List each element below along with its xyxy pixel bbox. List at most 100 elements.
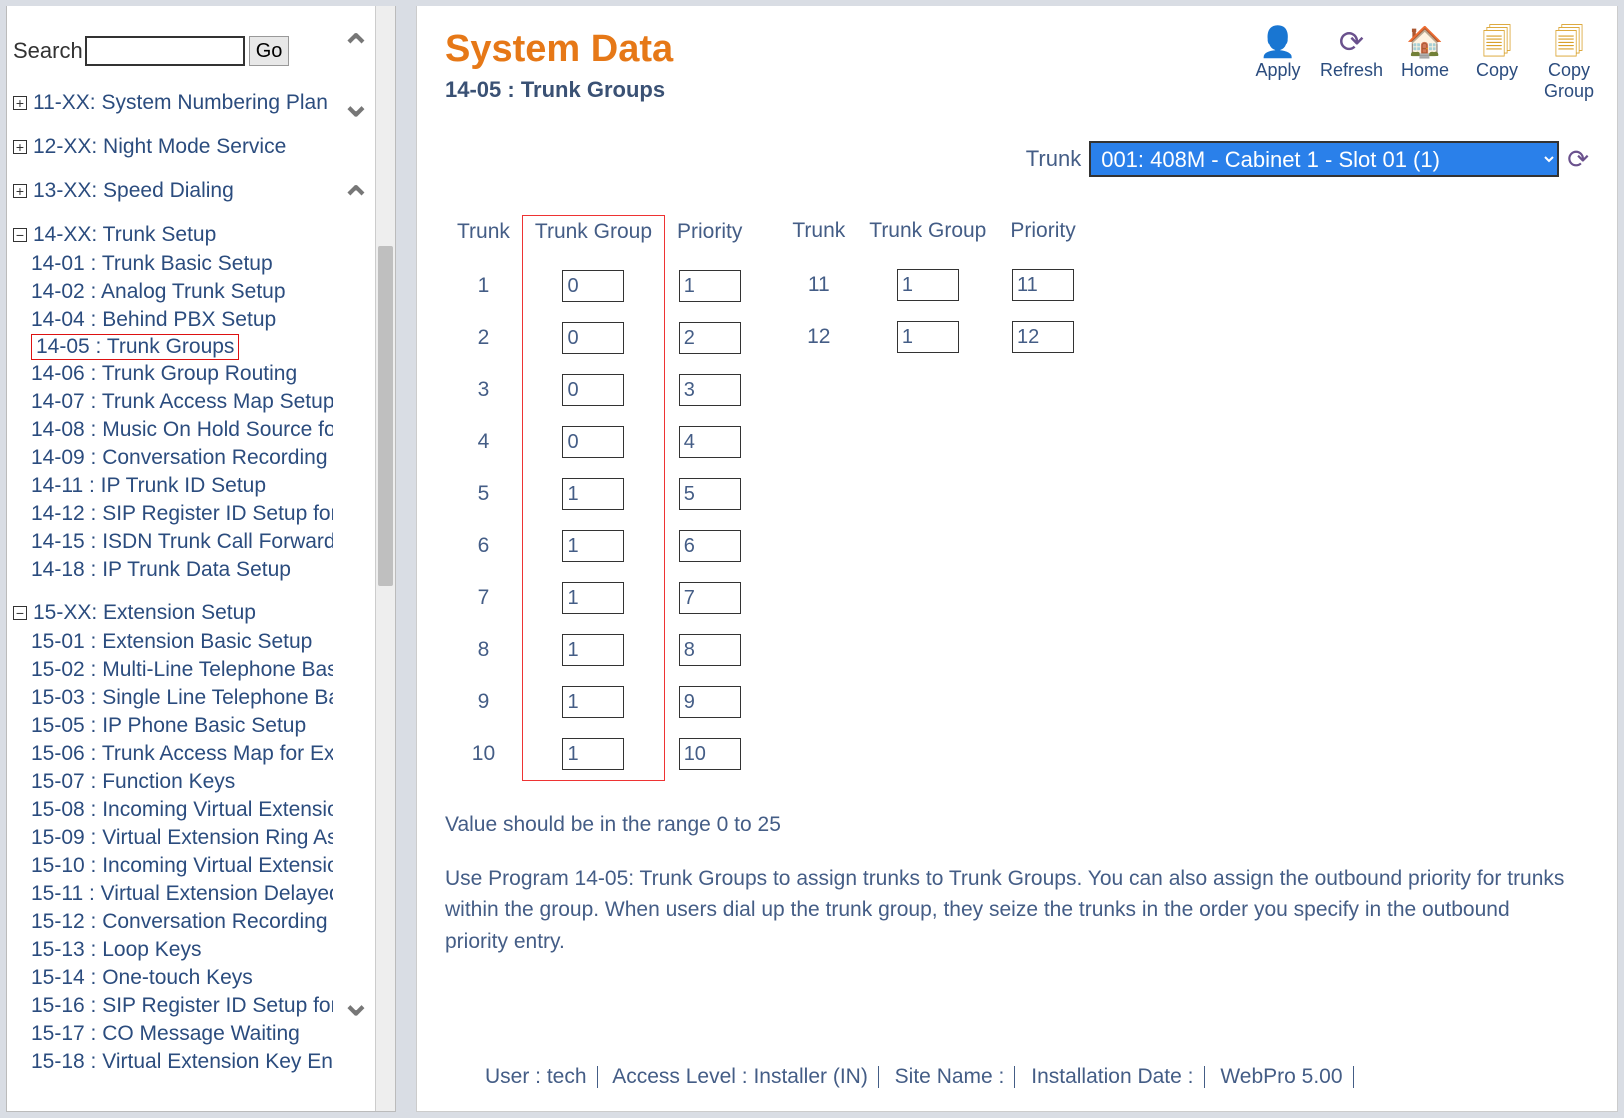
trunk-group-input[interactable]	[562, 738, 624, 770]
trunk-group-input[interactable]	[562, 634, 624, 666]
priority-input[interactable]	[679, 270, 741, 302]
sidebar-scrollbar[interactable]	[375, 6, 395, 1111]
trunk-group-input[interactable]	[897, 269, 959, 301]
search-row: Search Go	[13, 36, 333, 66]
trunk-refresh-icon[interactable]: ⟳	[1567, 144, 1589, 175]
tree-item[interactable]: 14-05 : Trunk Groups	[31, 334, 239, 360]
footer-access: Access Level : Installer (IN)	[612, 1065, 868, 1088]
priority-input[interactable]	[679, 478, 741, 510]
tree-item[interactable]: 15-06 : Trunk Access Map for Extensions	[31, 740, 333, 768]
priority-input[interactable]	[679, 530, 741, 562]
priority-input[interactable]	[1012, 321, 1074, 353]
chevron-up-icon[interactable]: ⌃	[341, 182, 371, 218]
priority-input[interactable]	[679, 426, 741, 458]
tree-item[interactable]: 14-08 : Music On Hold Source for Trunks	[31, 416, 333, 444]
tree-item[interactable]: 14-11 : IP Trunk ID Setup	[31, 472, 333, 500]
trunk-number: 6	[445, 520, 522, 572]
trunk-group-input[interactable]	[562, 322, 624, 354]
trunk-number: 1	[445, 260, 522, 312]
trunk-number: 5	[445, 468, 522, 520]
page-subtitle: 14-05 : Trunk Groups	[445, 77, 673, 103]
tree-section-label: 13-XX: Speed Dialing	[33, 179, 234, 203]
tree-item[interactable]: 14-07 : Trunk Access Map Setup	[31, 388, 333, 416]
chevron-down-icon[interactable]: ⌄	[341, 985, 371, 1021]
expand-icon[interactable]: +	[13, 184, 27, 198]
tree-item[interactable]: 14-18 : IP Trunk Data Setup	[31, 556, 333, 584]
column-header-trunk: Trunk	[445, 216, 522, 261]
trunk-group-input[interactable]	[562, 686, 624, 718]
tree-item[interactable]: 14-01 : Trunk Basic Setup	[31, 250, 333, 278]
help-description: Use Program 14-05: Trunk Groups to assig…	[445, 863, 1575, 958]
tree-item[interactable]: 15-17 : CO Message Waiting	[31, 1020, 333, 1048]
trunk-select[interactable]: 001: 408M - Cabinet 1 - Slot 01 (1)	[1089, 141, 1559, 177]
tree-item[interactable]: 14-04 : Behind PBX Setup	[31, 306, 333, 334]
table-row: 9	[445, 676, 754, 728]
copy-group-button[interactable]: 🗐 Copy Group	[1539, 28, 1599, 101]
tree-item[interactable]: 15-14 : One-touch Keys	[31, 964, 333, 992]
home-button[interactable]: 🏠 Home	[1395, 28, 1455, 101]
column-header-priority: Priority	[665, 216, 755, 261]
trunk-grid-area: TrunkTrunk GroupPriority12345678910 Trun…	[445, 215, 1599, 781]
priority-input[interactable]	[679, 686, 741, 718]
search-input[interactable]	[85, 36, 245, 66]
apply-button[interactable]: 👤 Apply	[1248, 28, 1308, 101]
tree-item[interactable]: 14-09 : Conversation Recording Destinati…	[31, 444, 333, 472]
trunk-group-input[interactable]	[897, 321, 959, 353]
trunk-group-input[interactable]	[562, 478, 624, 510]
tree-item[interactable]: 15-07 : Function Keys	[31, 768, 333, 796]
priority-input[interactable]	[679, 634, 741, 666]
tree-item[interactable]: 15-09 : Virtual Extension Ring Assignmen	[31, 824, 333, 852]
trunk-group-input[interactable]	[562, 426, 624, 458]
tree-item[interactable]: 14-06 : Trunk Group Routing	[31, 360, 333, 388]
priority-input[interactable]	[679, 582, 741, 614]
column-header-trunk: Trunk	[780, 215, 857, 259]
tree-item[interactable]: 15-12 : Conversation Recording Destinati…	[31, 908, 333, 936]
tree-section-header[interactable]: +12-XX: Night Mode Service	[13, 132, 333, 162]
status-footer: User : tech Access Level : Installer (IN…	[445, 1047, 1599, 1111]
main-panel: System Data 14-05 : Trunk Groups 👤 Apply…	[416, 6, 1618, 1112]
column-header-group: Trunk Group	[522, 216, 664, 261]
search-go-button[interactable]: Go	[249, 36, 290, 66]
scrollbar-thumb[interactable]	[378, 246, 393, 586]
tree-item[interactable]: 15-05 : IP Phone Basic Setup	[31, 712, 333, 740]
priority-input[interactable]	[679, 322, 741, 354]
trunk-number: 7	[445, 572, 522, 624]
tree-item[interactable]: 14-12 : SIP Register ID Setup for IP Tru…	[31, 500, 333, 528]
priority-input[interactable]	[1012, 269, 1074, 301]
trunk-group-input[interactable]	[562, 374, 624, 406]
tree-item[interactable]: 14-02 : Analog Trunk Setup	[31, 278, 333, 306]
refresh-icon: ⟳	[1339, 28, 1364, 58]
tree-item[interactable]: 15-01 : Extension Basic Setup	[31, 628, 333, 656]
chevron-down-icon[interactable]: ⌄	[341, 86, 371, 122]
collapse-icon[interactable]: −	[13, 228, 27, 242]
tree-item[interactable]: 15-16 : SIP Register ID Setup for Extens…	[31, 992, 333, 1020]
refresh-button[interactable]: ⟳ Refresh	[1320, 28, 1383, 101]
tree-item[interactable]: 15-02 : Multi-Line Telephone Basic Setup	[31, 656, 333, 684]
expand-icon[interactable]: +	[13, 140, 27, 154]
table-row: 11	[780, 259, 1087, 311]
expand-icon[interactable]: +	[13, 96, 27, 110]
table-row: 6	[445, 520, 754, 572]
trunk-group-input[interactable]	[562, 530, 624, 562]
trunk-group-input[interactable]	[562, 270, 624, 302]
priority-input[interactable]	[679, 374, 741, 406]
copy-button[interactable]: 🗐 Copy	[1467, 28, 1527, 101]
tree-item[interactable]: 14-15 : ISDN Trunk Call Forward Setup	[31, 528, 333, 556]
tree-item[interactable]: 15-08 : Incoming Virtual Extension Ring …	[31, 796, 333, 824]
tree-section-header[interactable]: +13-XX: Speed Dialing	[13, 176, 333, 206]
chevron-up-icon[interactable]: ⌃	[341, 30, 371, 66]
collapse-icon[interactable]: −	[13, 606, 27, 620]
tree-item[interactable]: 15-03 : Single Line Telephone Basic Setu…	[31, 684, 333, 712]
tree-item[interactable]: 15-10 : Incoming Virtual Extension Ring …	[31, 852, 333, 880]
tree-item[interactable]: 15-13 : Loop Keys	[31, 936, 333, 964]
tree-section-header[interactable]: −14-XX: Trunk Setup	[13, 220, 333, 250]
priority-input[interactable]	[679, 738, 741, 770]
tree-section-label: 11-XX: System Numbering Plan	[33, 91, 328, 115]
tree-item[interactable]: 15-18 : Virtual Extension Key Enhanced O	[31, 1048, 333, 1076]
tree-section-header[interactable]: −15-XX: Extension Setup	[13, 598, 333, 628]
footer-version: WebPro 5.00	[1220, 1065, 1342, 1088]
trunk-group-input[interactable]	[562, 582, 624, 614]
table-row: 12	[780, 311, 1087, 363]
tree-item[interactable]: 15-11 : Virtual Extension Delayed Ring A…	[31, 880, 333, 908]
tree-section-header[interactable]: +11-XX: System Numbering Plan	[13, 88, 333, 118]
